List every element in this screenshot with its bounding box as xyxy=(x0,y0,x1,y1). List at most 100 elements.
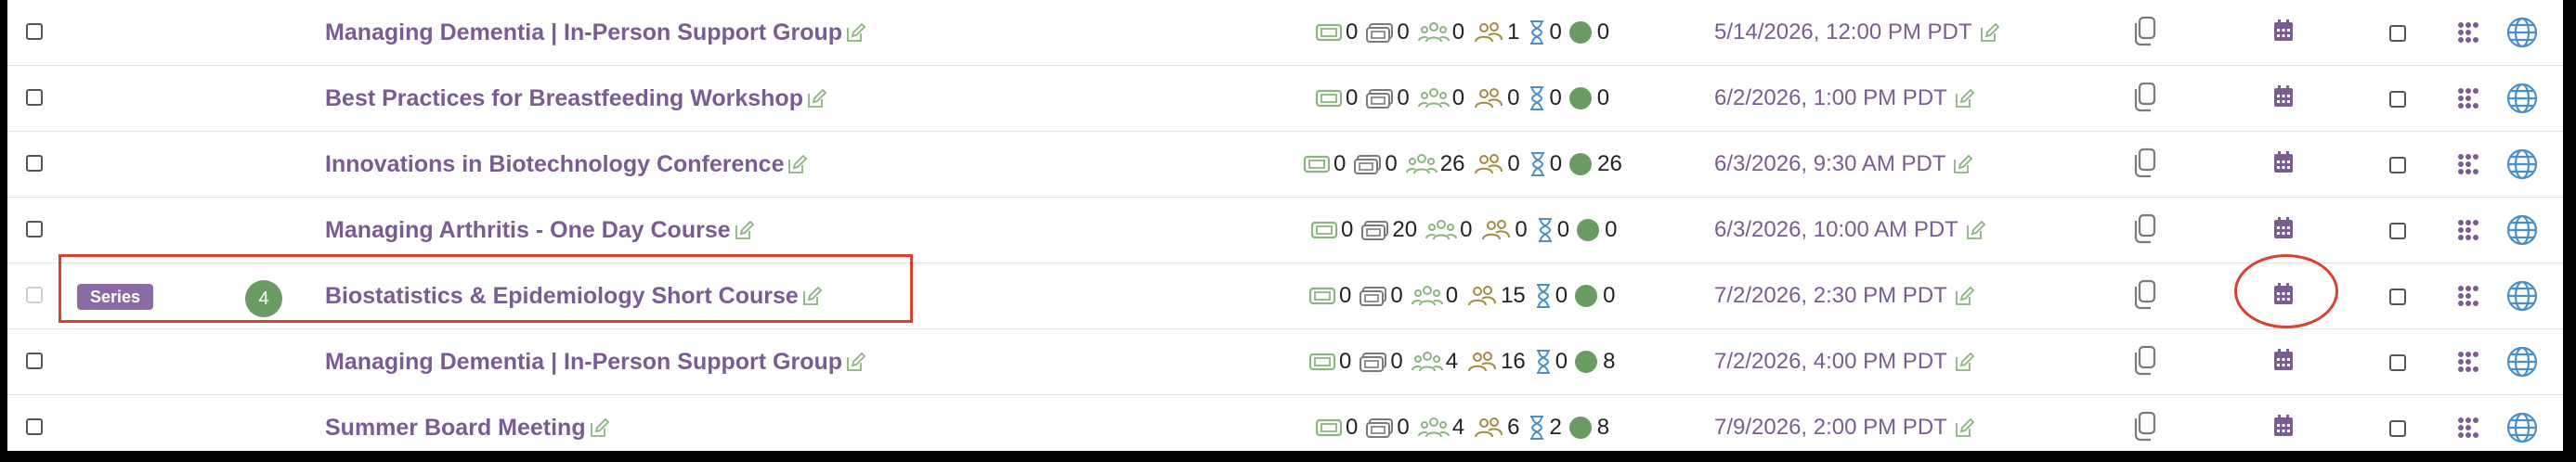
edit-icon[interactable] xyxy=(800,286,823,308)
status-dot-icon xyxy=(1568,417,1592,439)
event-stats: 0 0 4 16 0 8 xyxy=(1306,329,1621,394)
event-title-link[interactable]: Summer Board Meeting xyxy=(325,395,610,460)
edit-icon[interactable] xyxy=(844,352,866,374)
event-date-text[interactable]: 7/9/2026, 2:00 PM PDT xyxy=(1714,415,1947,440)
status-dot-icon xyxy=(1577,219,1600,241)
row-option-checkbox[interactable] xyxy=(2389,223,2406,239)
event-date-text[interactable]: 7/2/2026, 2:30 PM PDT xyxy=(1714,283,1947,308)
group-icon xyxy=(1425,218,1458,242)
stat-value: 0 xyxy=(1346,415,1359,440)
calendar-icon[interactable] xyxy=(2272,348,2295,372)
grid-icon[interactable] xyxy=(2457,87,2479,109)
copy-icon[interactable] xyxy=(2131,411,2157,443)
stat-value: 0 xyxy=(1555,349,1568,374)
calendar-icon[interactable] xyxy=(2272,216,2295,240)
event-stats: 0 20 0 0 0 0 xyxy=(1308,198,1623,263)
copy-icon[interactable] xyxy=(2131,82,2157,113)
edit-icon[interactable] xyxy=(1964,220,1986,242)
event-date[interactable]: 7/9/2026, 2:00 PM PDT xyxy=(1714,395,1975,460)
event-title-text[interactable]: Summer Board Meeting xyxy=(325,415,586,441)
row-option-checkbox[interactable] xyxy=(2389,289,2406,305)
event-date-text[interactable]: 7/2/2026, 4:00 PM PDT xyxy=(1714,349,1947,374)
event-title-text[interactable]: Best Practices for Breastfeeding Worksho… xyxy=(325,85,803,111)
event-title-link[interactable]: Best Practices for Breastfeeding Worksho… xyxy=(325,66,827,131)
event-title-text[interactable]: Managing Arthritis - One Day Course xyxy=(325,217,731,243)
event-date[interactable]: 6/2/2026, 1:00 PM PDT xyxy=(1714,66,1975,131)
event-title-link[interactable]: Managing Dementia | In-Person Support Gr… xyxy=(325,0,866,65)
row-select-checkbox[interactable] xyxy=(26,221,43,237)
copy-icon[interactable] xyxy=(2131,279,2157,311)
grid-icon[interactable] xyxy=(2457,153,2479,175)
calendar-icon[interactable] xyxy=(2272,84,2295,109)
row-select-checkbox[interactable] xyxy=(26,23,43,40)
stat-value: 0 xyxy=(1549,19,1562,45)
copy-icon[interactable] xyxy=(2131,16,2157,47)
event-stats: 0 0 4 6 2 8 xyxy=(1312,395,1615,460)
stat-value: 0 xyxy=(1334,151,1347,176)
grid-icon[interactable] xyxy=(2457,351,2479,373)
event-date[interactable]: 7/2/2026, 4:00 PM PDT xyxy=(1714,329,1975,394)
row-option-checkbox[interactable] xyxy=(2389,420,2406,437)
row-select-checkbox[interactable] xyxy=(26,418,43,435)
edit-icon[interactable] xyxy=(588,417,610,440)
calendar-icon[interactable] xyxy=(2272,19,2295,43)
globe-icon[interactable] xyxy=(2505,279,2539,313)
grid-icon[interactable] xyxy=(2457,21,2479,44)
event-title-link[interactable]: Biostatistics & Epidemiology Short Cours… xyxy=(325,263,823,328)
row-select-checkbox[interactable] xyxy=(26,353,43,369)
globe-icon[interactable] xyxy=(2505,148,2539,181)
grid-icon[interactable] xyxy=(2457,417,2479,439)
row-option-checkbox[interactable] xyxy=(2389,91,2406,108)
event-date[interactable]: 7/2/2026, 2:30 PM PDT xyxy=(1714,263,1975,328)
ticket-icon xyxy=(1303,154,1331,174)
grid-icon[interactable] xyxy=(2457,285,2479,307)
hourglass-icon xyxy=(1528,415,1546,441)
event-date-text[interactable]: 6/2/2026, 1:00 PM PDT xyxy=(1714,85,1947,110)
edit-icon[interactable] xyxy=(1953,352,1975,374)
event-date-text[interactable]: 6/3/2026, 10:00 AM PDT xyxy=(1714,217,1958,242)
edit-icon[interactable] xyxy=(1953,286,1975,308)
edit-icon[interactable] xyxy=(1953,88,1975,110)
calendar-icon[interactable] xyxy=(2272,282,2295,306)
event-title-text[interactable]: Managing Dementia | In-Person Support Gr… xyxy=(325,349,842,375)
event-date[interactable]: 5/14/2026, 12:00 PM PDT xyxy=(1714,0,2000,65)
event-date[interactable]: 6/3/2026, 10:00 AM PDT xyxy=(1714,198,1986,263)
edit-icon[interactable] xyxy=(805,88,827,110)
copy-icon[interactable] xyxy=(2131,213,2157,245)
stat-value: 2 xyxy=(1549,415,1562,440)
event-title-link[interactable]: Innovations in Biotechnology Conference xyxy=(325,132,808,197)
calendar-icon[interactable] xyxy=(2272,150,2295,174)
event-date-text[interactable]: 6/3/2026, 9:30 AM PDT xyxy=(1714,151,1945,176)
event-title-text[interactable]: Innovations in Biotechnology Conference xyxy=(325,151,784,177)
row-select-checkbox[interactable] xyxy=(26,155,43,172)
calendar-icon[interactable] xyxy=(2272,414,2295,438)
event-title-text[interactable]: Managing Dementia | In-Person Support Gr… xyxy=(325,19,842,45)
event-date-text[interactable]: 5/14/2026, 12:00 PM PDT xyxy=(1714,19,1972,45)
edit-icon[interactable] xyxy=(1953,417,1975,440)
globe-icon[interactable] xyxy=(2505,16,2539,49)
edit-icon[interactable] xyxy=(844,22,866,45)
event-title-link[interactable]: Managing Arthritis - One Day Course xyxy=(325,198,755,263)
row-option-checkbox[interactable] xyxy=(2389,354,2406,371)
edit-icon[interactable] xyxy=(786,154,808,176)
copy-icon[interactable] xyxy=(2131,148,2157,179)
row-option-checkbox[interactable] xyxy=(2389,157,2406,173)
globe-icon[interactable] xyxy=(2505,82,2539,115)
status-dot-icon xyxy=(1568,87,1592,109)
grid-icon[interactable] xyxy=(2457,219,2479,241)
event-title-link[interactable]: Managing Dementia | In-Person Support Gr… xyxy=(325,329,866,394)
stat-value: 0 xyxy=(1346,19,1359,45)
globe-icon[interactable] xyxy=(2505,411,2539,444)
row-select-checkbox[interactable] xyxy=(26,89,43,106)
row-option-checkbox[interactable] xyxy=(2389,25,2406,42)
edit-icon[interactable] xyxy=(1978,22,2000,45)
edit-icon[interactable] xyxy=(733,220,755,242)
series-count-badge[interactable]: 4 xyxy=(245,280,282,317)
event-title-text[interactable]: Biostatistics & Epidemiology Short Cours… xyxy=(325,283,799,309)
globe-icon[interactable] xyxy=(2505,213,2539,247)
event-stats: 0 0 0 0 0 0 xyxy=(1312,66,1615,131)
edit-icon[interactable] xyxy=(1951,154,1973,176)
event-date[interactable]: 6/3/2026, 9:30 AM PDT xyxy=(1714,132,1973,197)
copy-icon[interactable] xyxy=(2131,345,2157,377)
globe-icon[interactable] xyxy=(2505,345,2539,379)
